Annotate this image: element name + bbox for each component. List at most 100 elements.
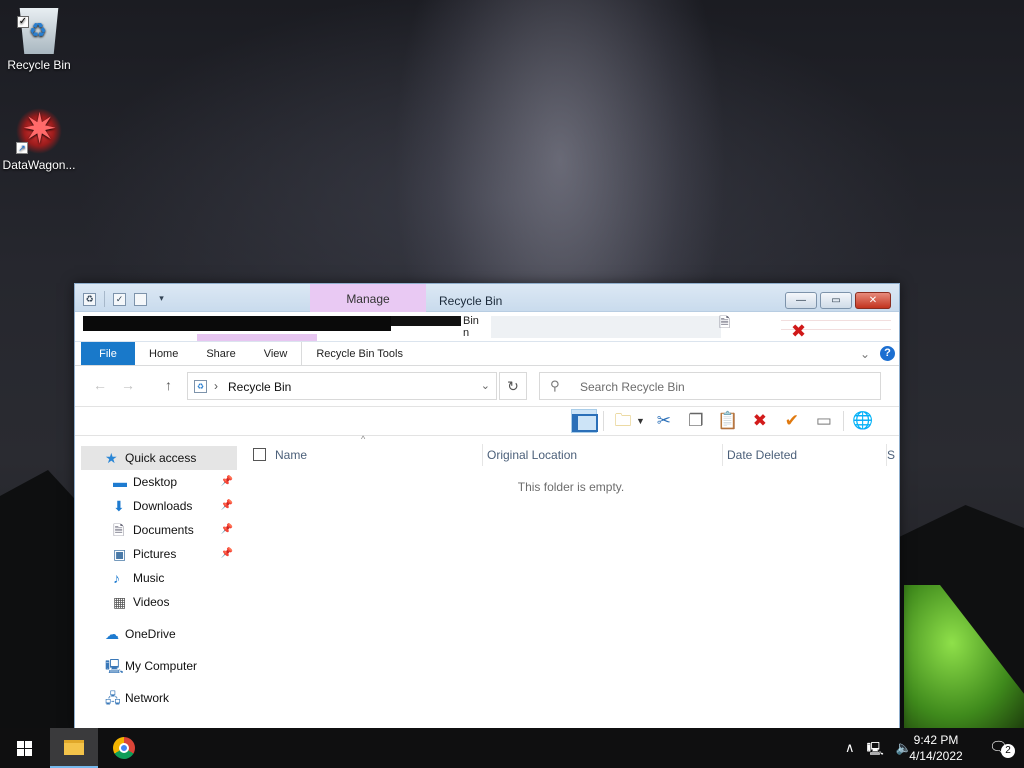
- help-icon[interactable]: ?: [880, 346, 895, 361]
- tab-recycle-bin-tools[interactable]: Recycle Bin Tools: [301, 342, 417, 365]
- film-icon: ▦: [113, 594, 127, 610]
- search-icon: ⚲: [550, 378, 560, 393]
- taskbar-chrome[interactable]: [100, 728, 148, 768]
- nav-item-music[interactable]: ♪ Music: [81, 566, 237, 590]
- globe-icon[interactable]: 🌐: [850, 409, 876, 433]
- search-placeholder: Search Recycle Bin: [580, 380, 685, 394]
- address-bar[interactable]: ♻ › Recycle Bin ⌄: [187, 372, 497, 400]
- nav-item-quick-access[interactable]: ★ Quick access: [81, 446, 237, 470]
- chrome-icon: [113, 737, 135, 759]
- back-arrow-icon[interactable]: ←: [93, 377, 107, 393]
- documents-icon: 🗎: [113, 522, 125, 538]
- column-header-date-deleted[interactable]: Date Deleted: [727, 444, 887, 466]
- column-header-original-location[interactable]: Original Location: [487, 444, 723, 466]
- properties-qat-icon[interactable]: ✓: [113, 292, 126, 306]
- recycle-bin-small-icon: ♻: [194, 380, 207, 393]
- close-button[interactable]: ✕: [855, 292, 891, 309]
- network-status-icon[interactable]: 🖳: [866, 740, 883, 762]
- checkmark-icon[interactable]: ✔: [779, 409, 805, 433]
- download-arrow-icon: ⬇: [113, 498, 125, 514]
- refresh-button[interactable]: ↻: [499, 372, 527, 400]
- pin-icon[interactable]: 📌: [221, 542, 233, 566]
- properties-dropdown-icon[interactable]: ▼: [636, 416, 645, 426]
- rename-icon[interactable]: ▭: [811, 409, 837, 433]
- notification-badge: 2: [1001, 744, 1015, 758]
- desktop-icon-datawagon[interactable]: ↗ DataWagon...: [1, 104, 77, 172]
- address-dropdown-icon[interactable]: ⌄: [481, 379, 490, 392]
- up-arrow-icon[interactable]: ↑: [165, 377, 172, 393]
- breadcrumb-recycle-bin[interactable]: Recycle Bin: [228, 380, 291, 394]
- pictures-icon: ▣: [113, 546, 127, 562]
- desktop-icon-label: DataWagon...: [2, 158, 76, 172]
- copy-icon[interactable]: ❐: [683, 409, 709, 433]
- quick-access-toolbar: ♻ ✓ ▾: [83, 291, 168, 307]
- selection-checkbox[interactable]: ✓: [17, 16, 29, 28]
- content-area: ★ Quick access ▬ Desktop 📌 ⬇ Downloads 📌…: [75, 434, 899, 728]
- column-header-name[interactable]: Name: [275, 444, 483, 466]
- paste-icon[interactable]: 📋: [715, 409, 741, 433]
- maximize-button[interactable]: ▭: [820, 292, 852, 309]
- music-note-icon: ♪: [113, 570, 120, 586]
- column-header-size[interactable]: S: [887, 444, 899, 466]
- recycle-bin-icon: [19, 8, 59, 54]
- nav-item-onedrive[interactable]: ☁ OneDrive: [81, 622, 237, 646]
- cloud-icon: ☁: [105, 626, 119, 642]
- toolbar-separator: [603, 411, 604, 431]
- cut-icon[interactable]: ✂: [651, 409, 677, 433]
- title-bar[interactable]: ♻ ✓ ▾ Manage Recycle Bin — ▭ ✕: [75, 284, 899, 312]
- desktop-icon-recycle-bin[interactable]: ✓ Recycle Bin: [1, 8, 77, 72]
- tab-home[interactable]: Home: [135, 342, 192, 365]
- computer-icon: 🖳: [105, 658, 124, 674]
- desktop-icon-label: Recycle Bin: [7, 58, 71, 72]
- windows-logo-icon: [17, 741, 24, 748]
- pin-icon[interactable]: 📌: [221, 470, 233, 494]
- star-icon: ★: [105, 450, 118, 466]
- nav-item-desktop[interactable]: ▬ Desktop 📌: [81, 470, 237, 494]
- clock-time: 9:42 PM: [913, 733, 959, 747]
- network-icon: 🖧: [105, 690, 121, 706]
- pin-icon[interactable]: 📌: [221, 494, 233, 518]
- tab-file[interactable]: File: [81, 342, 135, 365]
- nav-item-downloads[interactable]: ⬇ Downloads 📌: [81, 494, 237, 518]
- customize-qat-icon[interactable]: ▾: [155, 293, 168, 306]
- nav-item-my-computer[interactable]: 🖳 My Computer: [81, 654, 237, 678]
- file-list: ^ Name Original Location Date Deleted S …: [243, 434, 899, 728]
- ribbon-right-controls: ⌄ ?: [860, 346, 895, 361]
- empty-folder-message: This folder is empty.: [517, 480, 625, 494]
- tab-share[interactable]: Share: [192, 342, 249, 365]
- layout-icon[interactable]: [571, 409, 597, 433]
- shortcut-arrow-icon: ↗: [16, 142, 28, 154]
- nav-item-network[interactable]: 🖧 Network: [81, 686, 237, 710]
- delete-icon[interactable]: ✖: [747, 409, 773, 433]
- taskbar: ∧ 🖳 🔈 9:42 PM 4/14/2022 🗨 2: [0, 728, 1024, 768]
- glitch-block: [197, 334, 317, 341]
- window-controls: — ▭ ✕: [785, 292, 891, 309]
- nav-item-documents[interactable]: 🗎 Documents 📌: [81, 518, 237, 542]
- search-input[interactable]: ⚲ Search Recycle Bin: [539, 372, 881, 400]
- red-x-icon: ✖: [791, 321, 807, 341]
- glitch-text: Bin n: [463, 315, 479, 339]
- nav-item-pictures[interactable]: ▣ Pictures 📌: [81, 542, 237, 566]
- manage-context-tab[interactable]: Manage: [310, 284, 426, 312]
- show-hidden-icons-chevron-icon[interactable]: ∧: [845, 740, 855, 762]
- breadcrumb-chevron-icon[interactable]: ›: [214, 379, 218, 393]
- select-all-checkbox[interactable]: [253, 448, 266, 461]
- recycle-bin-small-icon[interactable]: ♻: [83, 292, 96, 306]
- taskbar-file-explorer[interactable]: [50, 728, 98, 768]
- action-center-icon[interactable]: 🗨 2: [989, 738, 1015, 758]
- tab-view[interactable]: View: [250, 342, 302, 365]
- navigation-pane: ★ Quick access ▬ Desktop 📌 ⬇ Downloads 📌…: [81, 438, 237, 728]
- expand-ribbon-chevron-icon[interactable]: ⌄: [860, 347, 870, 361]
- desktop-folder-icon: ▬: [113, 474, 127, 490]
- toolbar-separator: [842, 411, 844, 431]
- address-row: ← → ↑ ♻ › Recycle Bin ⌄ ↻ ⚲ Search Recyc…: [75, 366, 899, 406]
- nav-item-videos[interactable]: ▦ Videos: [81, 590, 237, 614]
- forward-arrow-icon[interactable]: →: [121, 377, 135, 393]
- datawagon-icon: ↗: [16, 104, 62, 154]
- start-button[interactable]: [0, 728, 48, 768]
- minimize-button[interactable]: —: [785, 292, 817, 309]
- new-folder-qat-icon[interactable]: [134, 292, 147, 306]
- pin-icon[interactable]: 📌: [221, 518, 233, 542]
- properties-icon[interactable]: 🗀: [610, 409, 636, 433]
- clock[interactable]: 9:42 PM 4/14/2022: [906, 732, 966, 764]
